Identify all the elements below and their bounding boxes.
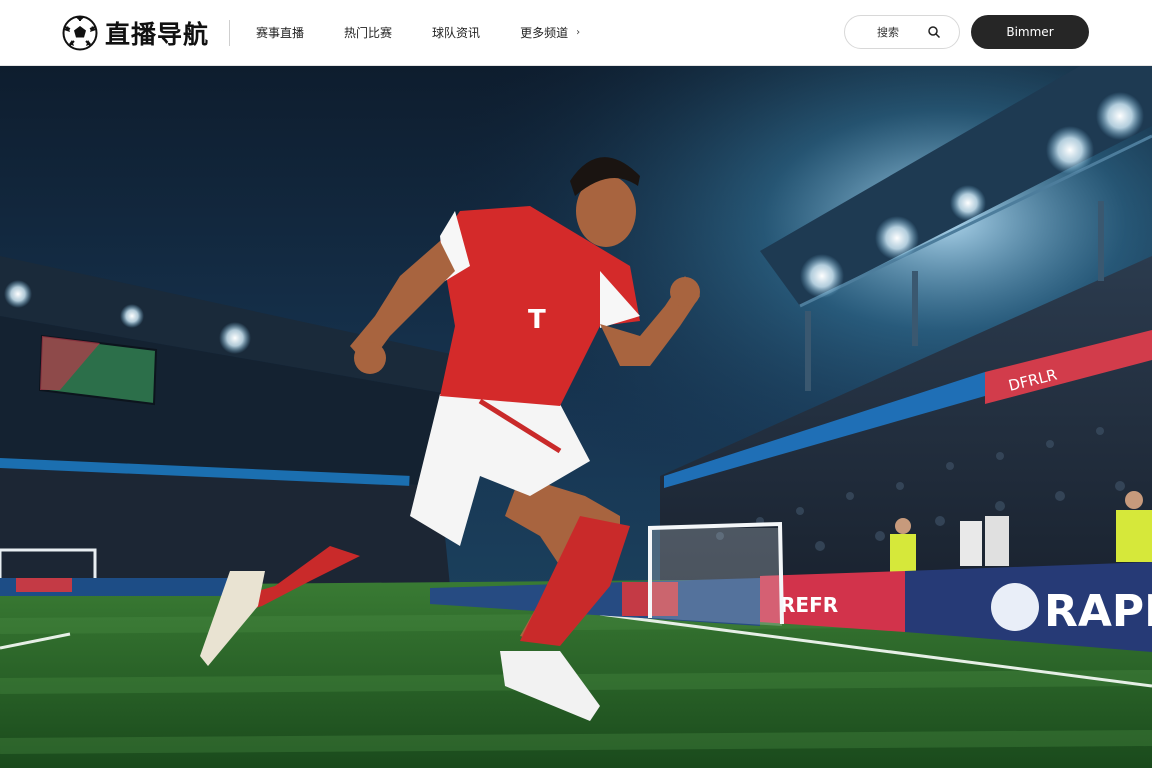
header-divider	[229, 19, 231, 46]
brand[interactable]: 直播导航	[62, 15, 209, 51]
nav-item-more[interactable]: 更多频道 ›	[520, 24, 580, 41]
nav-item-label: 赛事直播	[256, 26, 305, 40]
cta-button[interactable]: Bimmer	[971, 15, 1089, 49]
goal-net	[648, 521, 784, 626]
brand-name: 直播导航	[105, 19, 210, 49]
top-navbar: 直播导航 赛事直播 热门比赛 球队资讯 更多频道 › 搜索 Bimmer	[0, 0, 1152, 66]
hero-banner: DFRLR REFR RAPI T	[0, 66, 1152, 768]
board-center-text: REFR	[780, 593, 838, 617]
search-input[interactable]: 搜索	[844, 15, 960, 49]
svg-text:T: T	[528, 305, 546, 335]
nav-item-label: 球队资讯	[432, 26, 481, 40]
chevron-right-icon: ›	[576, 27, 581, 38]
stadium-hero-image: DFRLR REFR RAPI T	[0, 66, 1152, 768]
nav-item-team-news[interactable]: 球队资讯	[432, 24, 480, 41]
nav-item-live[interactable]: 赛事直播	[256, 24, 304, 41]
nav-item-hot-matches[interactable]: 热门比赛	[344, 24, 392, 41]
soccer-ball-icon	[62, 15, 98, 50]
search-icon[interactable]	[927, 25, 941, 39]
main-nav: 赛事直播 热门比赛 球队资讯 更多频道 ›	[256, 24, 620, 41]
nav-item-label: 热门比赛	[344, 26, 393, 40]
board-right-text: RAPI	[1044, 586, 1152, 637]
search-placeholder: 搜索	[877, 26, 899, 39]
nav-item-label: 更多频道	[520, 26, 569, 40]
